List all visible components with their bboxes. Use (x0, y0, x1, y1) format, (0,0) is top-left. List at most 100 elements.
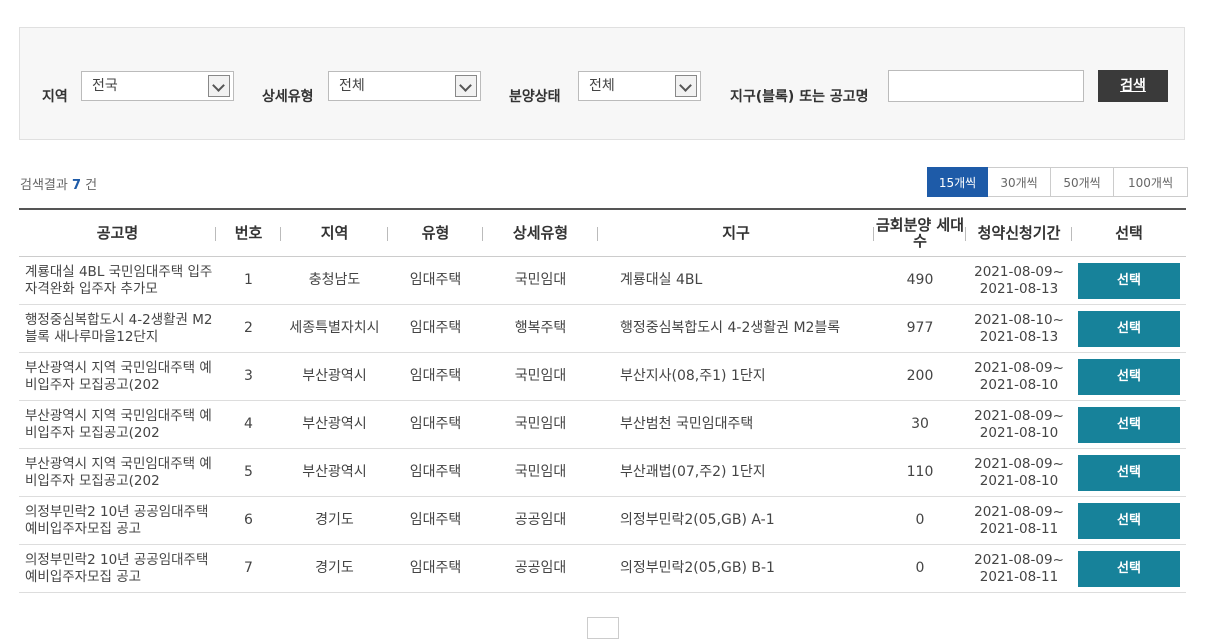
select-button[interactable]: 선택 (1078, 406, 1180, 443)
period-start: 2021-08-09~ (974, 359, 1064, 376)
number-cell: 7 (216, 544, 281, 593)
period-cell: 2021-08-09~ 2021-08-10 (966, 448, 1072, 497)
region-cell: 세종특별자치시 (281, 304, 388, 353)
detail-type-cell: 국민임대 (483, 256, 598, 305)
select-button[interactable]: 선택 (1078, 310, 1180, 347)
col-header-region: 지역 (281, 209, 388, 257)
select-cell: 선택 (1072, 304, 1186, 353)
period-cell: 2021-08-09~ 2021-08-11 (966, 544, 1072, 593)
period-start: 2021-08-10~ (974, 311, 1064, 328)
period-end: 2021-08-10 (979, 472, 1059, 489)
page-size-50[interactable]: 50개씩 (1051, 167, 1114, 197)
type-cell: 임대주택 (388, 304, 483, 353)
region-cell: 경기도 (281, 544, 388, 593)
period-end: 2021-08-13 (979, 328, 1059, 345)
select-cell: 선택 (1072, 400, 1186, 449)
units-cell: 977 (874, 304, 966, 353)
select-button[interactable]: 선택 (1078, 358, 1180, 395)
table-row: 계룡대실 4BL 국민임대주택 입주자격완화 입주자 추가모 1 충청남도 임대주택 국… (19, 256, 1186, 305)
period-cell: 2021-08-09~ 2021-08-10 (966, 400, 1072, 449)
table-row: 부산광역시 지역 국민임대주택 예비입주자 모집공고(202 3 부산광역시 임대주택… (19, 352, 1186, 401)
page-size-selector: 15개씩 30개씩 50개씩 100개씩 (927, 167, 1188, 197)
type-cell: 임대주택 (388, 400, 483, 449)
region-cell: 부산광역시 (281, 352, 388, 401)
select-button[interactable]: 선택 (1078, 550, 1180, 587)
col-header-units: 금회분양 세대수 (874, 209, 966, 257)
result-count-number: 7 (71, 178, 82, 193)
keyword-label: 지구(블록) 또는 공고명 (730, 89, 869, 105)
result-count-suffix: 건 (85, 178, 98, 193)
period-start: 2021-08-09~ (974, 407, 1064, 424)
select-button[interactable]: 선택 (1078, 262, 1180, 299)
page-size-100[interactable]: 100개씩 (1114, 167, 1188, 197)
period-end: 2021-08-10 (979, 376, 1059, 393)
type-cell: 임대주택 (388, 496, 483, 545)
number-cell: 3 (216, 352, 281, 401)
district-cell: 계룡대실 4BL (598, 256, 874, 305)
col-header-number: 번호 (216, 209, 281, 257)
select-cell: 선택 (1072, 496, 1186, 545)
type-cell: 임대주택 (388, 256, 483, 305)
period-start: 2021-08-09~ (974, 455, 1064, 472)
period-start: 2021-08-09~ (974, 503, 1064, 520)
district-cell: 부산괘법(07,주2) 1단지 (598, 448, 874, 497)
table-row: 부산광역시 지역 국민임대주택 예비입주자 모집공고(202 4 부산광역시 임대주택… (19, 400, 1186, 449)
page-size-30[interactable]: 30개씩 (988, 167, 1051, 197)
units-cell: 30 (874, 400, 966, 449)
number-cell: 5 (216, 448, 281, 497)
period-end: 2021-08-13 (979, 280, 1059, 297)
region-select-value: 전국 (92, 78, 118, 94)
district-cell: 부산범천 국민임대주택 (598, 400, 874, 449)
number-cell: 6 (216, 496, 281, 545)
region-cell: 부산광역시 (281, 448, 388, 497)
region-select[interactable]: 전국 (81, 71, 234, 101)
detail-type-label: 상세유형 (262, 89, 314, 105)
detail-type-cell: 국민임대 (483, 352, 598, 401)
select-button[interactable]: 선택 (1078, 502, 1180, 539)
period-cell: 2021-08-09~ 2021-08-10 (966, 352, 1072, 401)
select-cell: 선택 (1072, 256, 1186, 305)
col-header-period: 청약신청기간 (966, 209, 1072, 257)
number-cell: 2 (216, 304, 281, 353)
search-filter-panel: 지역 전국 상세유형 전체 분양상태 전체 지구(블록) 또는 공고명 검색 (19, 27, 1185, 140)
detail-type-cell: 공공임대 (483, 496, 598, 545)
type-cell: 임대주택 (388, 544, 483, 593)
period-end: 2021-08-11 (979, 568, 1059, 585)
period-cell: 2021-08-09~ 2021-08-11 (966, 496, 1072, 545)
select-button[interactable]: 선택 (1078, 454, 1180, 491)
units-cell: 0 (874, 544, 966, 593)
sale-status-label: 분양상태 (509, 89, 561, 105)
period-end: 2021-08-10 (979, 424, 1059, 441)
select-cell: 선택 (1072, 448, 1186, 497)
district-cell: 행정중심복합도시 4-2생활권 M2블록 (598, 304, 874, 353)
region-cell: 부산광역시 (281, 400, 388, 449)
detail-type-select[interactable]: 전체 (328, 71, 481, 101)
notice-title-cell: 계룡대실 4BL 국민임대주택 입주자격완화 입주자 추가모 (19, 256, 216, 305)
type-cell: 임대주택 (388, 448, 483, 497)
pagination-button[interactable] (587, 617, 619, 639)
sale-status-select[interactable]: 전체 (578, 71, 701, 101)
number-cell: 1 (216, 256, 281, 305)
page-size-15[interactable]: 15개씩 (927, 167, 988, 197)
col-header-select: 선택 (1072, 209, 1186, 257)
table-row: 행정중심복합도시 4-2생활권 M2블록 새나루마을12단지 2 세종특별자치시 임대… (19, 304, 1186, 353)
district-cell: 부산지사(08,주1) 1단지 (598, 352, 874, 401)
col-header-title: 공고명 (19, 209, 216, 257)
detail-type-cell: 행복주택 (483, 304, 598, 353)
search-button[interactable]: 검색 (1098, 70, 1168, 102)
units-cell: 0 (874, 496, 966, 545)
detail-type-cell: 국민임대 (483, 448, 598, 497)
detail-type-cell: 국민임대 (483, 400, 598, 449)
period-end: 2021-08-11 (979, 520, 1059, 537)
region-cell: 경기도 (281, 496, 388, 545)
notice-title-cell: 행정중심복합도시 4-2생활권 M2블록 새나루마을12단지 (19, 304, 216, 353)
col-header-detail-type: 상세유형 (483, 209, 598, 257)
table-header-row: 공고명 번호 지역 유형 상세유형 지구 금회분양 세대수 청약신청기간 선택 (19, 209, 1186, 257)
col-header-district: 지구 (598, 209, 874, 257)
keyword-input[interactable] (888, 70, 1084, 102)
notice-title-cell: 의정부민락2 10년 공공임대주택 예비입주자모집 공고 (19, 496, 216, 545)
district-cell: 의정부민락2(05,GB) B-1 (598, 544, 874, 593)
period-cell: 2021-08-09~ 2021-08-13 (966, 256, 1072, 305)
units-cell: 110 (874, 448, 966, 497)
units-cell: 490 (874, 256, 966, 305)
